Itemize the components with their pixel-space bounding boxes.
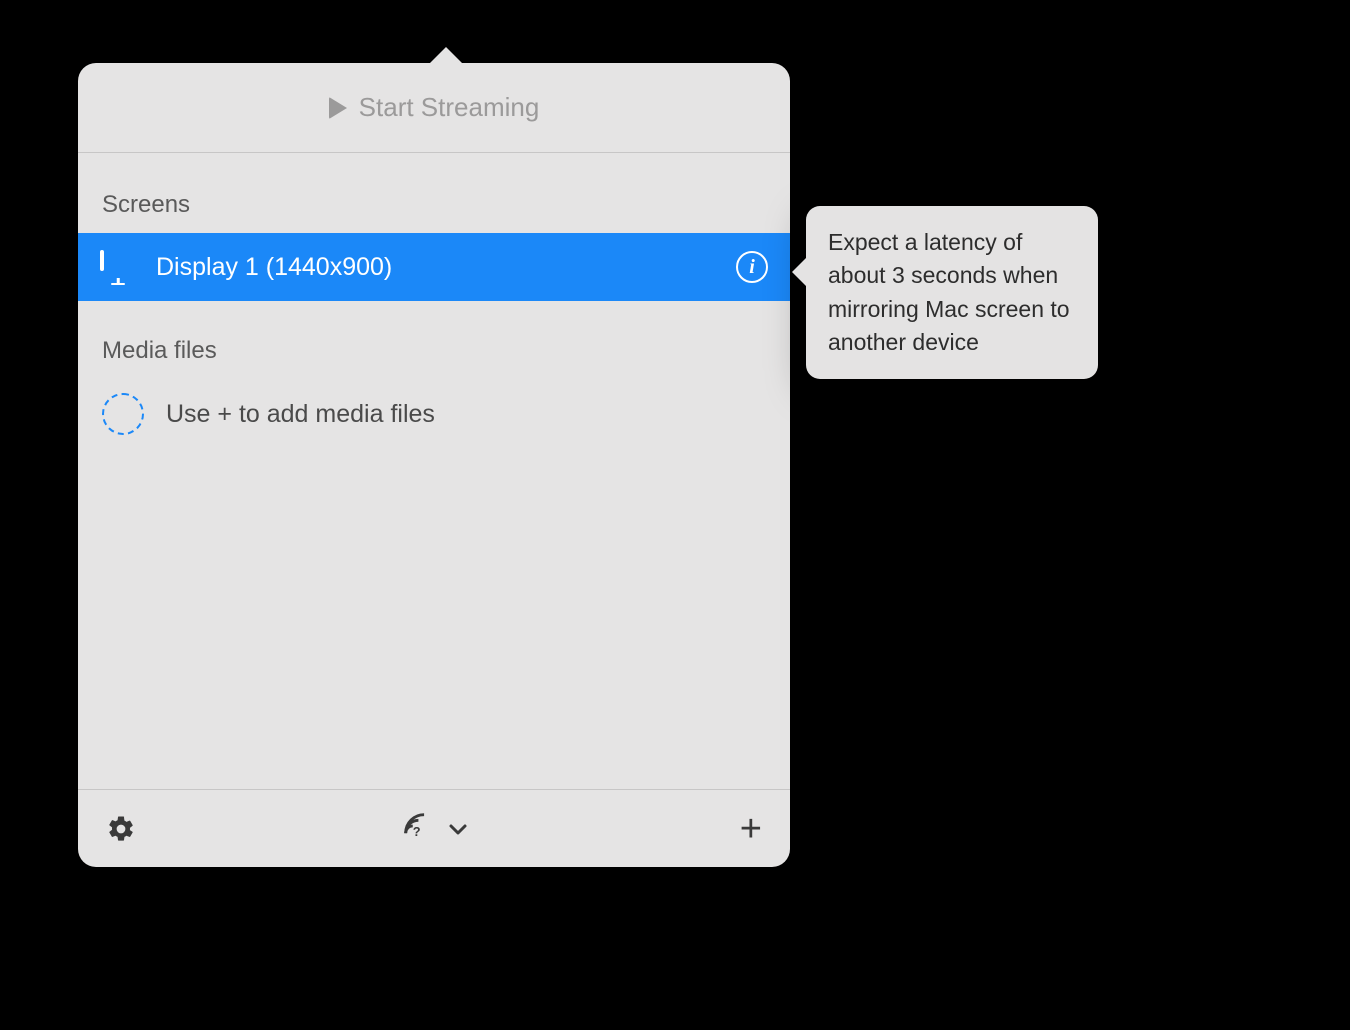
svg-text:?: ? [413, 824, 421, 839]
screens-section-label: Screens [78, 191, 790, 233]
streaming-popover: Start Streaming Screens Display 1 (1440x… [78, 63, 790, 867]
content-area: Screens Display 1 (1440x900) i Media fil… [78, 153, 790, 789]
media-empty-hint-row: Use + to add media files [78, 393, 790, 435]
cast-icon: ? [400, 809, 434, 848]
dashed-circle-icon [102, 393, 144, 435]
settings-button[interactable] [106, 814, 136, 844]
tooltip-text: Expect a latency of about 3 seconds when… [828, 229, 1070, 355]
footer-toolbar: ? + [78, 789, 790, 867]
info-icon[interactable]: i [736, 251, 768, 283]
add-media-button[interactable]: + [740, 810, 762, 848]
media-files-section-label: Media files [78, 337, 790, 379]
play-icon [329, 97, 347, 119]
gear-icon [106, 814, 136, 844]
cast-target-selector[interactable]: ? [400, 809, 468, 848]
start-streaming-button[interactable]: Start Streaming [78, 63, 790, 153]
media-empty-hint-label: Use + to add media files [166, 400, 435, 429]
monitor-icon [100, 252, 136, 282]
start-streaming-label: Start Streaming [359, 92, 540, 123]
screen-item-display-1[interactable]: Display 1 (1440x900) i [78, 233, 790, 301]
screen-item-label: Display 1 (1440x900) [156, 253, 716, 282]
chevron-down-icon [448, 822, 468, 836]
info-tooltip: Expect a latency of about 3 seconds when… [806, 206, 1098, 379]
